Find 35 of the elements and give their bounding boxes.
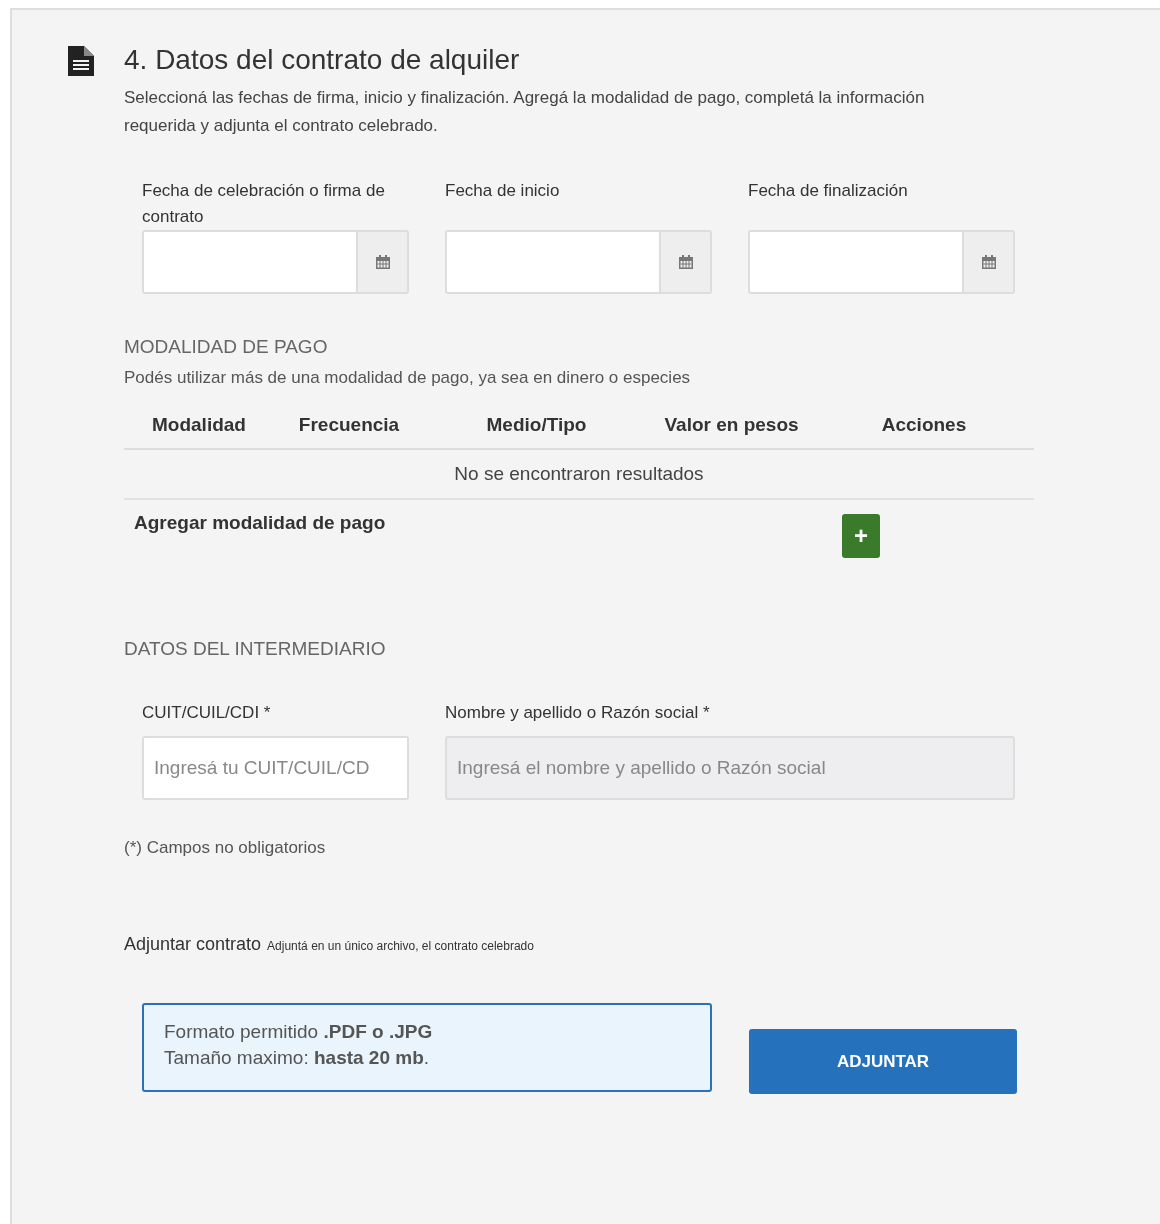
column-header: Medio/Tipo	[485, 413, 588, 437]
calendar-icon	[677, 254, 694, 270]
field-label: CUIT/CUIL/CDI *	[142, 702, 272, 724]
format-text: Formato permitido .PDF o .JPG	[164, 1020, 434, 1044]
section-heading: DATOS DEL INTERMEDIARIO	[124, 638, 387, 660]
document-icon	[68, 46, 94, 76]
calendar-icon	[980, 254, 997, 270]
empty-message: No se encontraron resultados	[124, 450, 1034, 500]
hint-text: Podés utilizar más de una modalidad de pago, ya sea en dinero o especies	[124, 368, 692, 388]
text-field[interactable]: Ingresá tu CUIT/CUIL/CD	[142, 736, 409, 800]
column-header: Modalidad	[151, 413, 247, 437]
date-field[interactable]	[748, 230, 965, 294]
section-description: Seleccioná las fechas de firma, inicio y finalización. Agregá la modalidad de pago, completá la información requerida y adjunta el contrato celebrado.	[124, 87, 926, 137]
field-label: Fecha de finalización	[748, 180, 909, 202]
field-label: Nombre y apellido o Razón social *	[445, 702, 711, 724]
section-heading: MODALIDAD DE PAGO	[124, 336, 329, 358]
date-field[interactable]	[142, 230, 359, 294]
column-header: Valor en pesos	[663, 413, 800, 437]
attach-label: Adjuntar contrato	[124, 934, 262, 955]
column-header: Frecuencia	[297, 413, 401, 437]
add-payment-label: Agregar modalidad de pago	[134, 512, 387, 534]
calendar-button[interactable]	[964, 230, 1015, 294]
field-label: Fecha de inicio	[445, 180, 561, 202]
calendar-button[interactable]	[661, 230, 712, 294]
note-text: (*) Campos no obligatorios	[124, 838, 326, 858]
attach-button[interactable]: ADJUNTAR	[749, 1029, 1017, 1094]
calendar-button[interactable]	[358, 230, 409, 294]
attach-hint: Adjuntá en un único archivo, el contrato celebrado	[267, 939, 534, 953]
add-button[interactable]: +	[842, 514, 880, 558]
section-title: 4. Datos del contrato de alquiler	[124, 44, 521, 76]
size-text: Tamaño maximo: hasta 20 mb.	[164, 1046, 431, 1070]
field-label: Fecha de celebración o firma de contrato	[142, 180, 386, 228]
column-header: Acciones	[880, 413, 968, 437]
calendar-icon	[374, 254, 391, 270]
date-field[interactable]	[445, 230, 662, 294]
